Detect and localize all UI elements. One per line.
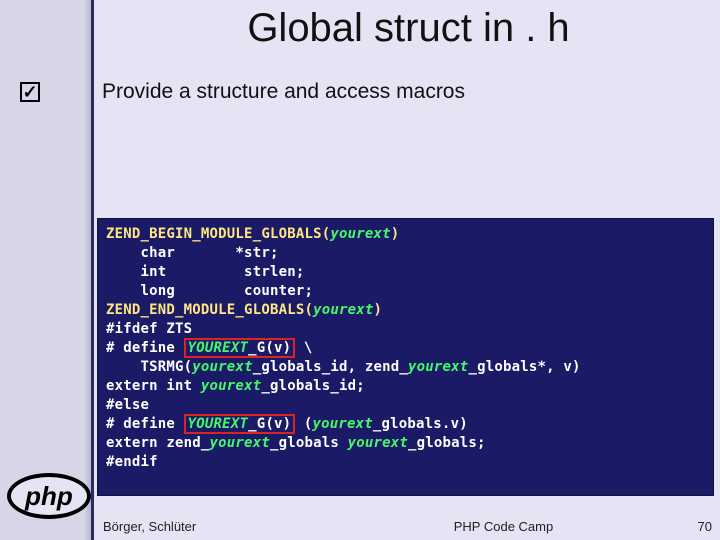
code-placeholder: yourext <box>192 359 252 375</box>
bullet-text: Provide a structure and access macros <box>102 80 465 104</box>
code-line: long counter; <box>106 283 313 299</box>
footer-authors: Börger, Schlüter <box>97 519 337 534</box>
code-token: ) <box>374 302 383 318</box>
code-token: ) <box>391 226 400 242</box>
code-token: _globals*, v) <box>468 359 580 375</box>
code-placeholder: yourext <box>313 416 373 432</box>
code-placeholder: YOUREXT <box>188 340 248 356</box>
code-token: \ <box>295 340 312 356</box>
php-logo-text: php <box>24 481 73 511</box>
checkbox-icon: ✓ <box>20 82 40 102</box>
code-placeholder: yourext <box>210 435 270 451</box>
code-placeholder: yourext <box>201 378 261 394</box>
code-token: _globals.v) <box>373 416 468 432</box>
code-line: #ifdef ZTS <box>106 321 192 337</box>
macro-highlight: YOUREXT_G(v) <box>184 338 296 358</box>
code-placeholder: yourext <box>348 435 408 451</box>
code-line: char *str; <box>106 245 279 261</box>
code-token: _globals; <box>408 435 486 451</box>
left-sidebar <box>0 0 94 540</box>
code-placeholder: yourext <box>313 302 373 318</box>
code-token: # define <box>106 340 184 356</box>
footer-page: 70 <box>670 519 720 534</box>
code-token: # define <box>106 416 184 432</box>
code-token: ZEND_END_MODULE_GLOBALS( <box>106 302 313 318</box>
php-logo-icon: php <box>6 472 92 520</box>
code-line: int strlen; <box>106 264 304 280</box>
code-line: #endif <box>106 454 158 470</box>
code-line: #else <box>106 397 149 413</box>
code-token: _globals <box>270 435 348 451</box>
code-token: _globals_id; <box>261 378 365 394</box>
code-placeholder: yourext <box>330 226 390 242</box>
code-token: ( <box>295 416 312 432</box>
code-placeholder: yourext <box>408 359 468 375</box>
code-token: ZEND_BEGIN_MODULE_GLOBALS( <box>106 226 330 242</box>
footer: Börger, Schlüter PHP Code Camp 70 <box>97 519 720 534</box>
macro-highlight: YOUREXT_G(v) <box>184 414 296 434</box>
footer-title: PHP Code Camp <box>337 519 670 534</box>
code-token: TSRMG( <box>106 359 192 375</box>
slide-title: Global struct in . h <box>97 6 720 51</box>
slide: Global struct in . h ✓ Provide a structu… <box>0 0 720 540</box>
check-glyph: ✓ <box>22 83 37 101</box>
code-token: _globals_id, zend_ <box>253 359 408 375</box>
code-token: extern int <box>106 378 201 394</box>
code-token: extern zend_ <box>106 435 210 451</box>
code-block: ZEND_BEGIN_MODULE_GLOBALS(yourext) char … <box>97 218 714 496</box>
code-token: _G(v) <box>248 340 291 356</box>
code-token: _G(v) <box>248 416 291 432</box>
code-placeholder: YOUREXT <box>188 416 248 432</box>
